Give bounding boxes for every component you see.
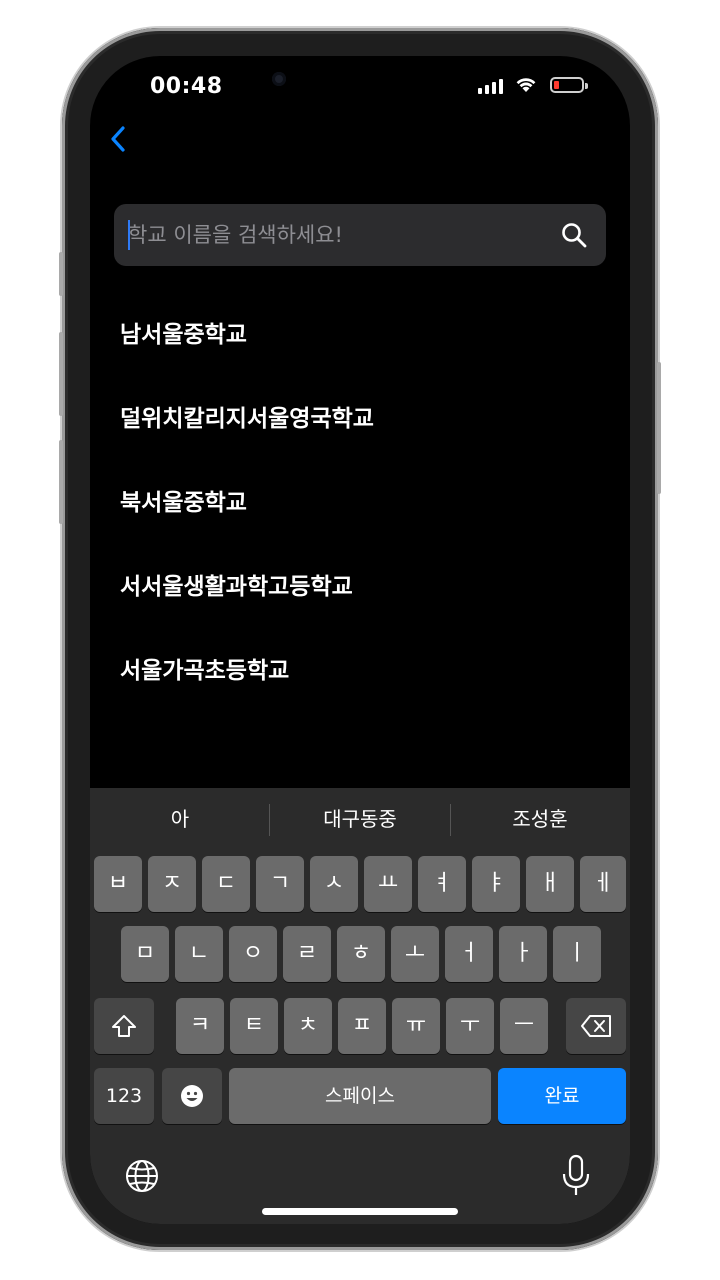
key[interactable]: ㅈ	[148, 856, 196, 912]
key[interactable]: ㅡ	[500, 998, 548, 1054]
key[interactable]: ㅐ	[526, 856, 574, 912]
battery-icon	[550, 77, 588, 93]
result-item[interactable]: 덜위치칼리지서울영국학교	[120, 402, 600, 486]
key[interactable]: ㅎ	[337, 926, 385, 982]
result-item[interactable]: 남서울중학교	[120, 318, 600, 402]
key[interactable]: ㅗ	[391, 926, 439, 982]
done-key[interactable]: 완료	[498, 1068, 626, 1124]
search-bar	[114, 204, 606, 266]
result-item[interactable]: 서서울생활과학고등학교	[120, 570, 600, 654]
suggestion-bar: 아 대구동중 조성훈	[90, 788, 630, 850]
suggestion-3[interactable]: 조성훈	[450, 788, 630, 850]
emoji-key[interactable]	[162, 1068, 222, 1124]
key[interactable]: ㅛ	[364, 856, 412, 912]
key[interactable]: ㅊ	[284, 998, 332, 1054]
globe-icon[interactable]	[124, 1158, 160, 1194]
numbers-key[interactable]: 123	[94, 1068, 154, 1124]
keyboard: 아 대구동중 조성훈 ㅂ ㅈ ㄷ ㄱ ㅅ ㅛ ㅕ ㅑ ㅐ ㅔ ㅁ ㄴ ㅇ ㄹ ㅎ…	[90, 788, 630, 1224]
result-item[interactable]: 북서울중학교	[120, 486, 600, 570]
key[interactable]: ㄴ	[175, 926, 223, 982]
wifi-icon	[516, 78, 536, 92]
result-item[interactable]: 서울가곡초등학교	[120, 654, 600, 738]
key[interactable]: ㄹ	[283, 926, 331, 982]
microphone-icon[interactable]	[560, 1154, 592, 1198]
key[interactable]: ㅇ	[229, 926, 277, 982]
key[interactable]: ㅠ	[392, 998, 440, 1054]
space-key[interactable]: 스페이스	[229, 1068, 491, 1124]
suggestion-divider	[269, 804, 270, 836]
home-indicator[interactable]	[262, 1208, 458, 1215]
key[interactable]: ㅍ	[338, 998, 386, 1054]
results-list: 남서울중학교 덜위치칼리지서울영국학교 북서울중학교 서서울생활과학고등학교 서…	[120, 318, 600, 738]
shift-icon	[112, 1015, 136, 1037]
volume-down-button	[59, 440, 63, 524]
key[interactable]: ㅌ	[230, 998, 278, 1054]
key[interactable]: ㄱ	[256, 856, 304, 912]
volume-up-button	[59, 332, 63, 416]
key[interactable]: ㅑ	[472, 856, 520, 912]
key[interactable]: ㅜ	[446, 998, 494, 1054]
key[interactable]: ㄷ	[202, 856, 250, 912]
suggestion-divider	[450, 804, 451, 836]
screen: 00:48 남서울중학교 덜위치칼리지서울영국학교 북서울중학교 서서울생활과학…	[90, 56, 630, 1224]
emoji-icon	[181, 1085, 203, 1107]
suggestion-1[interactable]: 아	[90, 788, 270, 850]
cellular-signal-icon	[478, 78, 503, 94]
search-input[interactable]	[128, 204, 548, 266]
shift-key[interactable]	[94, 998, 154, 1054]
suggestion-2[interactable]: 대구동중	[270, 788, 450, 850]
status-time: 00:48	[150, 74, 223, 99]
power-button	[657, 362, 661, 494]
search-icon[interactable]	[560, 221, 588, 249]
key[interactable]: ㅁ	[121, 926, 169, 982]
key[interactable]: ㅔ	[580, 856, 626, 912]
key[interactable]: ㅏ	[499, 926, 547, 982]
delete-key[interactable]	[566, 998, 626, 1054]
backspace-icon	[581, 1015, 611, 1037]
key[interactable]: ㅂ	[94, 856, 142, 912]
key[interactable]: ㅅ	[310, 856, 358, 912]
key[interactable]: ㅓ	[445, 926, 493, 982]
action-button	[59, 252, 63, 296]
key[interactable]: ㅋ	[176, 998, 224, 1054]
text-cursor	[128, 220, 130, 250]
key[interactable]: ㅣ	[553, 926, 601, 982]
chevron-left-icon[interactable]	[104, 124, 134, 154]
key[interactable]: ㅕ	[418, 856, 466, 912]
front-camera	[272, 72, 286, 86]
